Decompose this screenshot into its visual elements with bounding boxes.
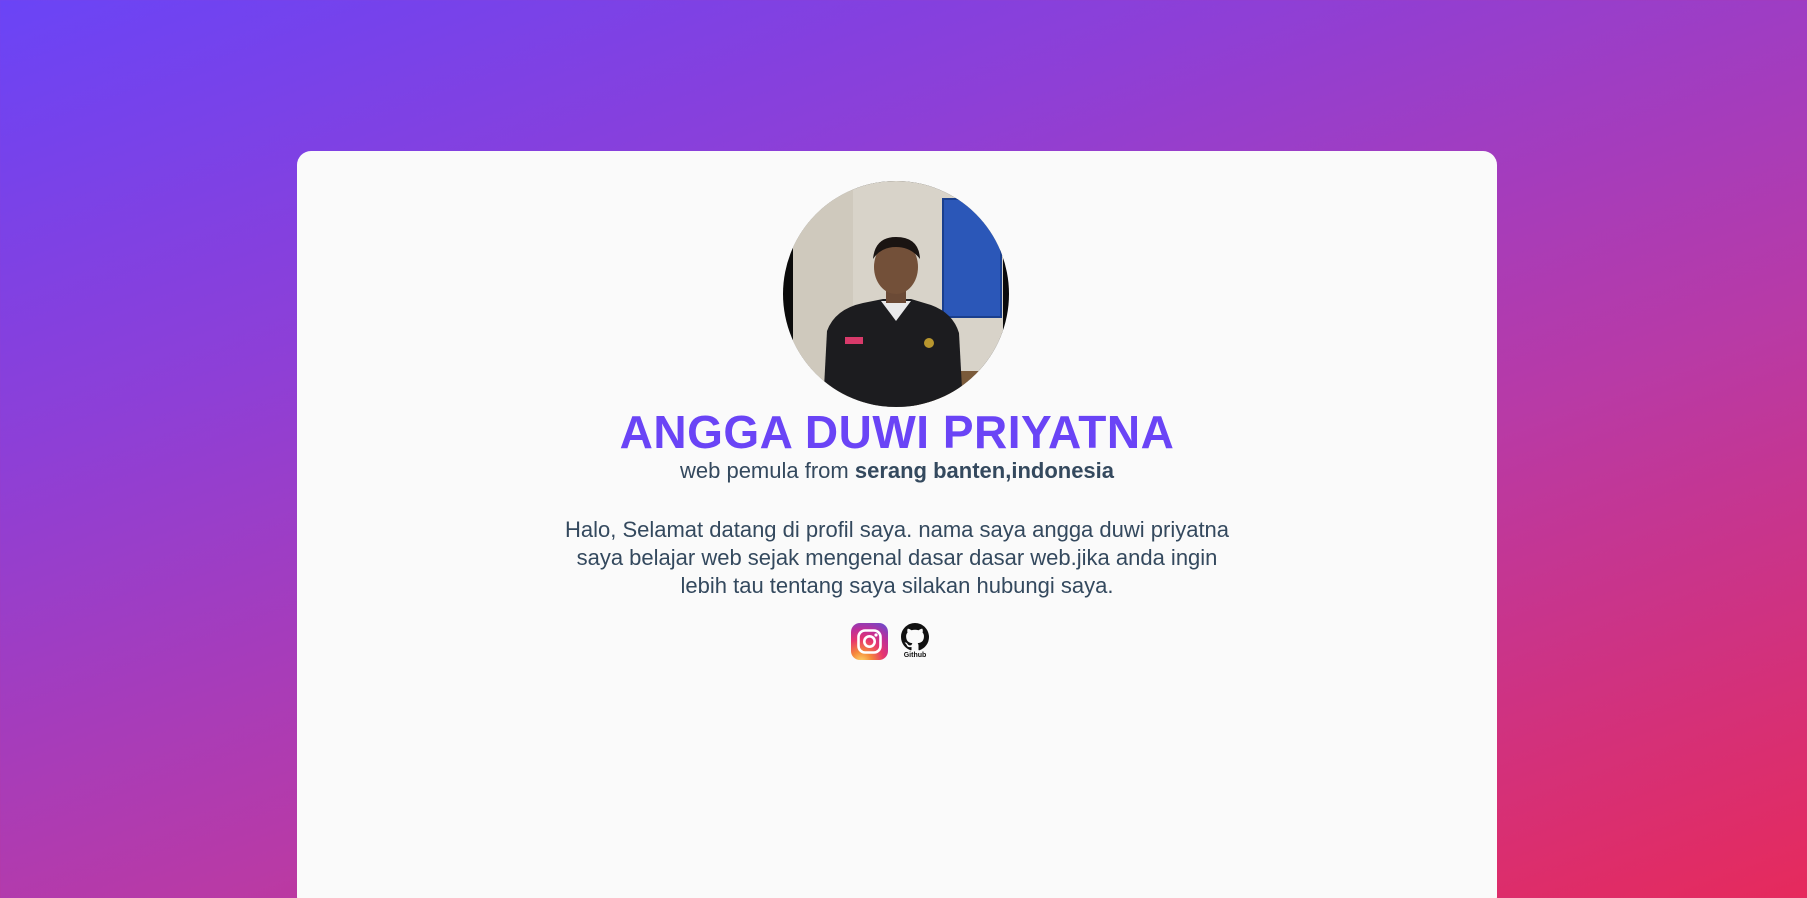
github-icon <box>901 623 929 651</box>
subtitle-location: serang banten,indonesia <box>854 458 1115 483</box>
github-label: Github <box>903 652 927 659</box>
github-link[interactable]: Github <box>898 623 932 663</box>
instagram-link[interactable] <box>851 623 888 660</box>
instagram-icon <box>857 629 882 654</box>
profile-photo-image <box>793 181 1009 407</box>
profile-name: ANGGA DUWI PRIYATNA <box>619 406 1175 458</box>
profile-about: Halo, Selamat datang di profil saya. nam… <box>564 517 1230 598</box>
profile-card: ANGGA DUWI PRIYATNA web pemula from sera… <box>297 151 1497 898</box>
profile-subtitle: web pemula from serang banten,indonesia <box>297 458 1497 484</box>
profile-photo <box>783 181 1009 407</box>
subtitle-prefix: web pemula from <box>679 458 855 483</box>
social-links: Github <box>851 623 932 663</box>
